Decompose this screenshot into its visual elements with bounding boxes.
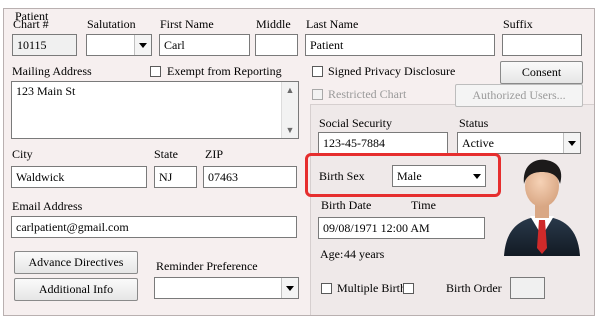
state-label: State <box>154 147 178 161</box>
restricted-chart-checkbox[interactable] <box>312 89 323 100</box>
restricted-chart-label: Restricted Chart <box>328 87 407 101</box>
zip-label: ZIP <box>205 147 223 161</box>
ssn-label: Social Security <box>319 116 392 130</box>
authorized-users-button[interactable]: Authorized Users... <box>455 84 583 107</box>
birth-date-label: Birth Date <box>321 198 372 212</box>
status-label: Status <box>459 116 489 130</box>
first-name-label: First Name <box>160 17 214 31</box>
suffix-field[interactable] <box>502 34 582 56</box>
signed-privacy-checkbox[interactable] <box>312 66 323 77</box>
advance-directives-button[interactable]: Advance Directives <box>14 251 138 274</box>
mailing-address-value: 123 Main St <box>16 84 76 98</box>
birth-date-field[interactable]: 09/08/1971 12:00 AM <box>318 217 485 239</box>
mailing-address-label: Mailing Address <box>12 64 92 78</box>
email-field[interactable]: carlpatient@gmail.com <box>11 216 297 238</box>
multiple-birth-checkbox[interactable] <box>321 283 332 294</box>
additional-info-button[interactable]: Additional Info <box>14 278 138 301</box>
multiple-birth-extra-checkbox[interactable] <box>403 283 414 294</box>
ssn-field[interactable]: 123-45-7884 <box>318 132 448 154</box>
last-name-label: Last Name <box>306 17 359 31</box>
age-value: 44 years <box>344 247 385 261</box>
first-name-field[interactable]: Carl <box>159 34 250 56</box>
mailing-address-field[interactable]: 123 Main St ▲ ▼ <box>11 81 299 139</box>
consent-button[interactable]: Consent <box>500 61 583 84</box>
salutation-select[interactable] <box>86 34 152 56</box>
reminder-preference-select[interactable] <box>154 277 299 299</box>
birth-order-label: Birth Order <box>446 281 502 295</box>
reminder-preference-label: Reminder Preference <box>156 259 258 273</box>
status-value: Active <box>462 136 494 150</box>
chart-label: Chart # <box>13 17 49 31</box>
middle-label: Middle <box>256 17 291 31</box>
signed-privacy-label: Signed Privacy Disclosure <box>328 64 456 78</box>
patient-avatar-icon <box>504 159 580 256</box>
suffix-label: Suffix <box>503 17 533 31</box>
chevron-down-icon[interactable] <box>134 35 151 55</box>
chevron-down-icon[interactable] <box>281 278 298 298</box>
multiple-birth-label: Multiple Birth <box>337 281 406 295</box>
chart-number-field[interactable]: 10115 <box>12 34 77 56</box>
city-label: City <box>12 147 33 161</box>
exempt-reporting-checkbox[interactable] <box>150 66 161 77</box>
chevron-down-icon[interactable] <box>563 133 580 153</box>
scroll-up-icon[interactable]: ▲ <box>282 82 298 98</box>
middle-field[interactable] <box>255 34 298 56</box>
city-field[interactable]: Waldwick <box>11 166 147 188</box>
last-name-field[interactable]: Patient <box>305 34 495 56</box>
scroll-down-icon[interactable]: ▼ <box>282 122 298 138</box>
zip-field[interactable]: 07463 <box>203 166 297 188</box>
exempt-reporting-label: Exempt from Reporting <box>167 64 282 78</box>
birth-time-label: Time <box>411 198 436 212</box>
salutation-label: Salutation <box>87 17 136 31</box>
age-label: Age: <box>320 247 344 261</box>
birth-order-field[interactable] <box>510 277 545 299</box>
email-label: Email Address <box>12 199 83 213</box>
status-select[interactable]: Active <box>457 132 581 154</box>
address-scrollbar[interactable]: ▲ ▼ <box>281 82 298 138</box>
state-field[interactable]: NJ <box>154 166 197 188</box>
highlight-box <box>305 153 501 197</box>
